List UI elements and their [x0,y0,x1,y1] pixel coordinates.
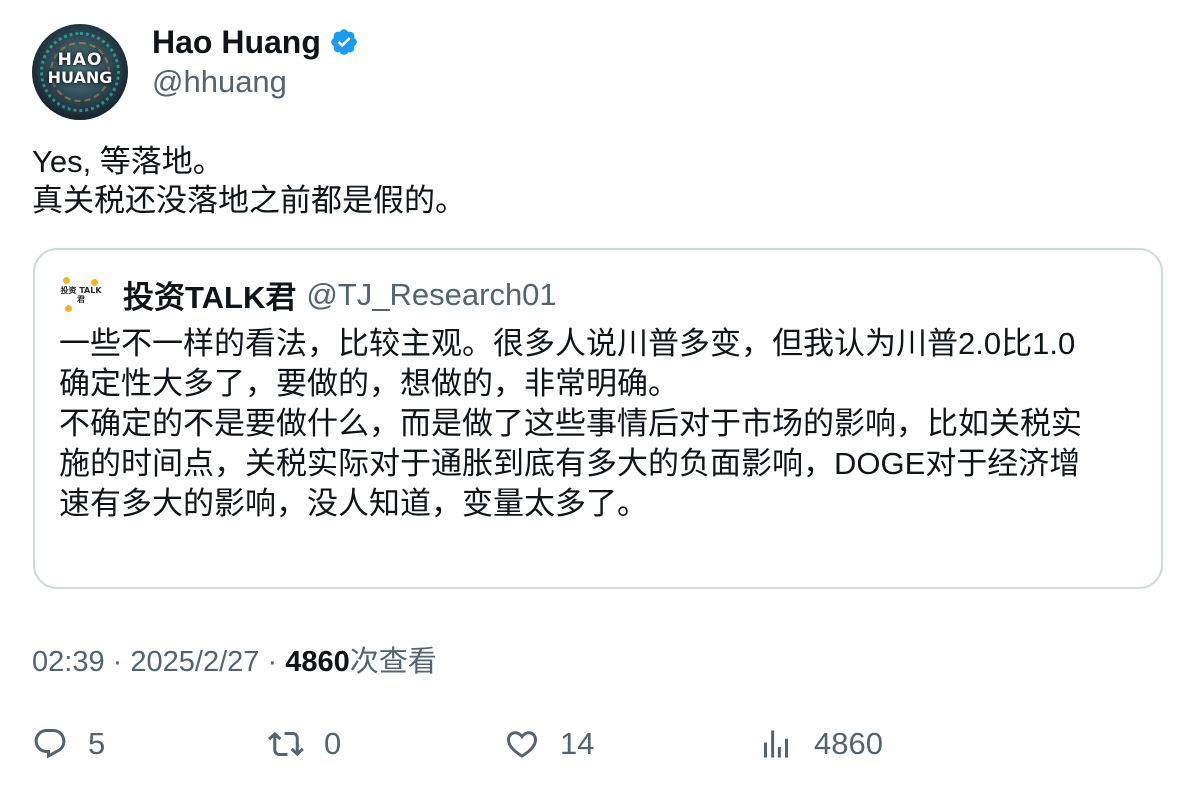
views-action-count: 4860 [814,726,883,761]
author-handle[interactable]: @hhuang [152,64,359,100]
verified-badge-icon [331,29,357,55]
avatar-text-line1: HAO [57,50,103,70]
like-button[interactable]: 14 [504,724,594,764]
quoted-author-handle[interactable]: @TJ_Research01 [306,277,556,313]
author-display-name[interactable]: Hao Huang [152,24,321,61]
quoted-tweet-card[interactable]: 投资 TALK君 投资TALK君 @TJ_Research01 一些不一样的看法… [33,248,1163,589]
tweet-text: Yes, 等落地。 真关税还没落地之前都是假的。 [32,142,466,220]
quoted-tweet-header: 投资 TALK君 投资TALK君 @TJ_Research01 [59,272,557,317]
like-count: 14 [560,726,595,761]
retweet-count: 0 [324,726,342,761]
retweet-icon [268,731,304,757]
avatar-text-line2: HUANG [47,68,113,87]
reply-icon [34,729,66,759]
quoted-author-display-name[interactable]: 投资TALK君 [123,272,296,317]
analytics-icon [764,730,788,758]
author-avatar[interactable]: HAO HUANG [32,24,128,120]
author-names: Hao Huang @hhuang [152,24,359,100]
quoted-text-line: 一些不一样的看法，比较主观。很多人说川普多变，但我认为川普2.0比1.0 [59,326,1076,361]
reply-count: 5 [88,726,106,761]
quoted-tweet-text: 一些不一样的看法，比较主观。很多人说川普多变，但我认为川普2.0比1.0 确定性… [59,324,1139,524]
quoted-author-avatar[interactable]: 投资 TALK君 [59,272,103,317]
tweet-date[interactable]: 2025/2/27 [130,646,259,678]
avatar-flower-decoration [91,278,98,286]
tweet-actions: 5 0 14 4860 [32,724,1172,764]
retweet-button[interactable]: 0 [268,724,341,764]
views-count: 4860 [285,646,350,678]
avatar-flower-decoration [63,276,70,284]
meta-separator: · [112,646,123,678]
quoted-text-line: 确定性大多了，要做的，想做的，非常明确。 [59,366,679,401]
tweet-meta: 02:39 · 2025/2/27 · 4860次查看 [32,638,437,680]
avatar-flower-decoration [65,304,72,312]
tweet-text-line: 真关税还没落地之前都是假的。 [32,183,466,218]
views-label: 次查看 [349,646,437,678]
tweet-time[interactable]: 02:39 [32,646,105,678]
quoted-text-line: 不确定的不是要做什么，而是做了这些事情后对于市场的影响，比如关税实 [59,406,1082,441]
tweet-text-line: Yes, 等落地。 [32,144,224,179]
heart-icon [506,731,538,758]
quoted-text-line: 施的时间点，关税实际对于通胀到底有多大的负面影响，DOGE对于经济增 [59,446,1081,481]
quoted-text-line: 速有多大的影响，没人知道，变量太多了。 [59,486,648,521]
views-button[interactable]: 4860 [758,724,883,764]
tweet-header: HAO HUANG Hao Huang @hhuang [32,24,359,120]
meta-separator: · [267,646,278,678]
quoted-avatar-text: 投资 TALK君 [60,285,102,304]
reply-button[interactable]: 5 [32,724,105,764]
